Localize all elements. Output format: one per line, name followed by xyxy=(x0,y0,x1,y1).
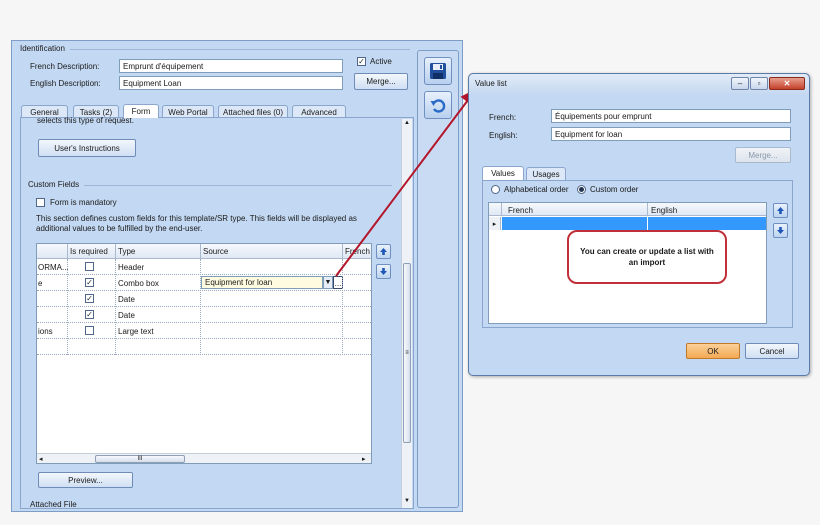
value-list-english-label: English: xyxy=(489,131,518,140)
value-move-down-button[interactable] xyxy=(773,223,788,238)
arrow-down-icon xyxy=(777,227,784,234)
ok-button[interactable]: OK xyxy=(686,343,740,359)
value-list-window: Value list – ▫ ✕ French: Équipements pou… xyxy=(468,73,810,376)
alphabetical-order-label: Alphabetical order xyxy=(504,185,569,194)
custom-order-label: Custom order xyxy=(590,185,639,194)
value-list-title: Value list xyxy=(475,79,507,88)
value-move-up-button[interactable] xyxy=(773,203,788,218)
arrow-line xyxy=(335,88,477,277)
maximize-button[interactable]: ▫ xyxy=(750,77,768,90)
values-header-english[interactable]: English xyxy=(651,206,677,215)
custom-order-option[interactable]: Custom order xyxy=(577,185,638,194)
tab-usages[interactable]: Usages xyxy=(526,167,566,180)
tab-form[interactable]: Form xyxy=(123,104,159,118)
value-list-english-input[interactable]: Equipment for loan xyxy=(551,127,791,141)
value-list-french-label: French: xyxy=(489,113,517,122)
import-callout: You can create or update a list with an … xyxy=(567,230,727,284)
tab-values[interactable]: Values xyxy=(482,166,524,180)
new-row-english-cell[interactable] xyxy=(648,217,766,230)
table-row[interactable]: ▸ xyxy=(489,217,766,230)
close-button[interactable]: ✕ xyxy=(769,77,805,90)
minimize-button[interactable]: – xyxy=(731,77,749,90)
cancel-button[interactable]: Cancel xyxy=(745,343,799,359)
custom-order-radio[interactable] xyxy=(577,185,586,194)
row-indicator-icon: ▸ xyxy=(489,217,501,230)
minimize-icon: – xyxy=(737,79,743,88)
value-list-french-input[interactable]: Équipements pour emprunt xyxy=(551,109,791,123)
values-header-french[interactable]: French xyxy=(508,206,533,215)
close-icon: ✕ xyxy=(783,79,791,88)
arrow-up-icon xyxy=(777,207,784,214)
value-list-merge-button[interactable]: Merge... xyxy=(735,147,791,163)
alphabetical-order-radio[interactable] xyxy=(491,185,500,194)
new-row-french-cell[interactable] xyxy=(502,217,647,230)
maximize-icon: ▫ xyxy=(757,79,761,88)
alphabetical-order-option[interactable]: Alphabetical order xyxy=(491,185,568,194)
